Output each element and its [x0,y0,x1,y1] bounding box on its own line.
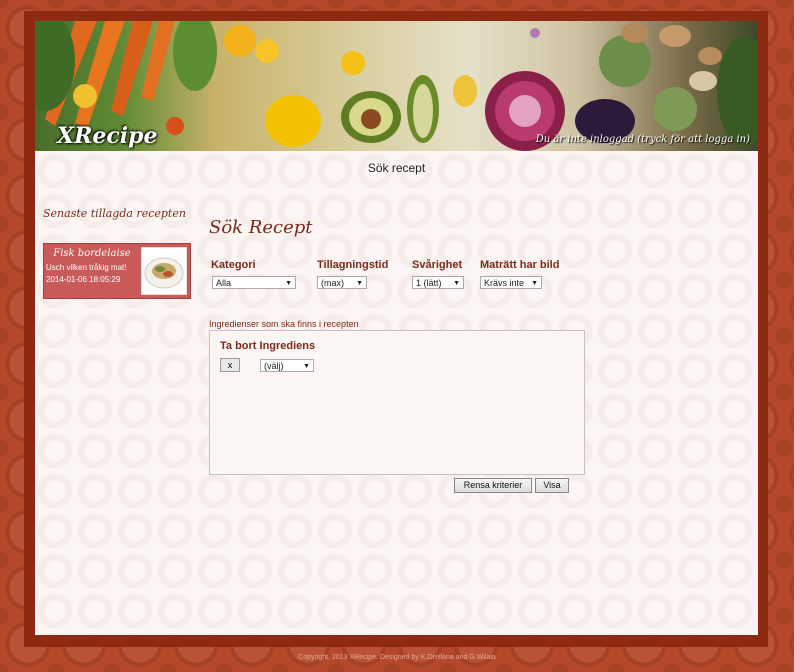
has-image-label: Maträtt har bild [480,259,560,271]
recipe-name[interactable]: Fisk bordelaise [44,248,140,259]
difficulty-label: Svårighet [412,259,463,271]
remove-ingredient-button[interactable]: x [220,358,240,372]
chevron-down-icon: ▼ [303,363,310,370]
category-select-value: Alla [216,278,232,288]
difficulty-select-value: 1 (lätt) [416,278,442,288]
chevron-down-icon: ▼ [531,280,538,287]
cooking-time-select-value: (max) [321,278,344,288]
cooking-time-select[interactable]: (max) ▼ [317,276,367,289]
search-title: Sök Recept [209,217,313,238]
has-image-select[interactable]: Krävs inte ▼ [480,276,542,289]
has-image-select-value: Krävs inte [484,278,525,288]
footer-copyright: Copyright, 2013 XRecipe. Designed by K.O… [298,654,496,661]
show-button[interactable]: Visa [535,478,569,493]
header-banner: XRecipe Du är inte inloggad (tryck för a… [35,21,758,151]
ingredient-select[interactable]: (välj) ▼ [260,359,314,372]
category-select[interactable]: Alla ▼ [212,276,296,289]
main-content: Sök recept Senaste tillagda recepten Fis… [35,151,758,635]
cooking-time-label: Tillagningstid [317,259,389,271]
plate-image-icon [144,257,184,289]
chevron-down-icon: ▼ [285,280,292,287]
recent-recipe-card[interactable]: Fisk bordelaise Usch vilken tråkig mat! … [43,243,191,299]
remove-ingredient-title: Ta bort Ingrediens [220,340,316,352]
chevron-down-icon: ▼ [356,280,363,287]
ingredients-box: Ta bort Ingrediens x (välj) ▼ [209,330,585,475]
category-label: Kategori [211,259,256,271]
page-title: Sök recept [367,161,426,175]
ingredients-label: Ingredienser som ska finns i recepten [209,319,359,329]
page-frame: XRecipe Du är inte inloggad (tryck för a… [24,11,768,647]
chevron-down-icon: ▼ [453,280,460,287]
clear-criteria-button[interactable]: Rensa kriterier [454,478,532,493]
ingredient-select-value: (välj) [264,361,284,371]
recipe-date: 2014-01-06 18:05:29 [46,275,121,284]
recipe-thumbnail[interactable] [141,247,187,295]
recipe-description: Usch vilken tråkig mat! [46,263,127,272]
site-logo[interactable]: XRecipe [57,123,157,149]
sidebar-title: Senaste tillagda recepten [43,207,186,220]
login-status-link[interactable]: Du är inte inloggad (tryck för att logga… [536,134,750,145]
difficulty-select[interactable]: 1 (lätt) ▼ [412,276,464,289]
